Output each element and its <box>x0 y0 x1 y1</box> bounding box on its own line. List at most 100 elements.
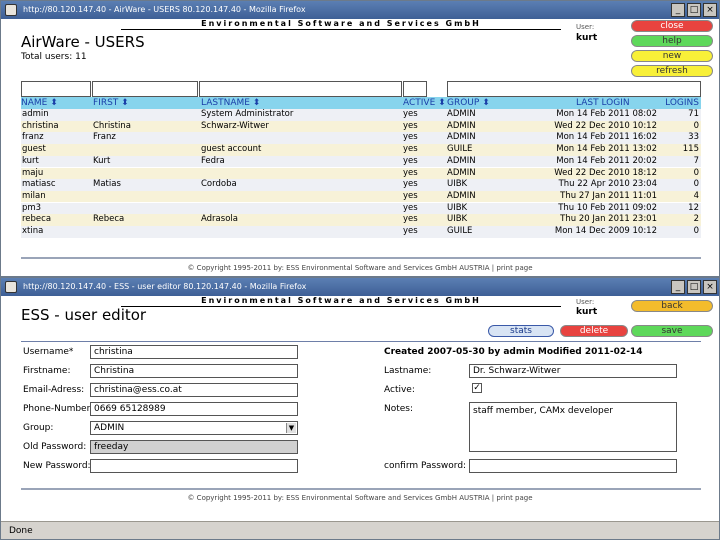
cell-lastname: Cordoba <box>201 179 237 190</box>
table-row[interactable]: guest guest account yes GUILE Mon 14 Feb 201… <box>21 144 701 156</box>
confirm-password-field[interactable] <box>469 459 677 473</box>
cell-logins: 115 <box>682 144 699 155</box>
status-bar: Done <box>1 521 719 539</box>
current-user: kurt <box>576 33 598 43</box>
cell-logins: 4 <box>693 190 699 201</box>
save-button[interactable]: save <box>631 325 713 337</box>
table-row[interactable]: xtina yes GUILE Mon 14 Dec 2009 10:12 0 <box>21 226 701 238</box>
filter-group[interactable] <box>447 81 701 97</box>
col-first[interactable]: FIRST ⬍ <box>93 97 129 109</box>
cell-logins: 7 <box>693 155 699 166</box>
cell-last-login: Mon 14 Feb 2011 16:02 <box>556 132 657 143</box>
cell-first: Christina <box>93 120 131 131</box>
minimize-icon[interactable]: _ <box>671 280 685 294</box>
col-name[interactable]: NAME ⬍ <box>21 97 58 109</box>
footer-text[interactable]: © Copyright 1995-2011 by: ESS Environmen… <box>187 264 532 272</box>
filter-active[interactable] <box>403 81 427 97</box>
stats-button[interactable]: stats <box>488 325 554 337</box>
table-row[interactable]: pm3 yes UIBK Thu 10 Feb 2011 09:02 12 <box>21 202 701 215</box>
editor-page: Environmental Software and Services GmbH… <box>1 296 719 521</box>
cell-logins: 0 <box>693 120 699 131</box>
cell-active: yes <box>403 155 418 166</box>
cell-lastname: Schwarz-Witwer <box>201 120 269 131</box>
editor-window: http://80.120.147.40 - ESS - user editor… <box>0 277 720 540</box>
firstname-field[interactable]: Christina <box>90 364 298 378</box>
cell-logins: 33 <box>688 132 699 143</box>
cell-lastname: guest account <box>201 144 262 155</box>
table-row[interactable]: christina Christina Schwarz-Witwer yes ADMIN… <box>21 120 701 133</box>
firstname-label: Firstname: <box>23 366 71 376</box>
col-group[interactable]: GROUP ⬍ <box>447 97 490 109</box>
col-last-login: LAST LOGIN <box>576 98 630 108</box>
active-checkbox[interactable]: ✓ <box>472 383 482 393</box>
maximize-icon[interactable]: □ <box>687 3 701 17</box>
users-window-titlebar[interactable]: http://80.120.147.40 - AirWare - USERS 8… <box>1 1 719 19</box>
table-row[interactable]: franz Franz yes ADMIN Mon 14 Feb 2011 16:02 3… <box>21 132 701 144</box>
cell-name: xtina <box>22 226 44 236</box>
firefox-icon <box>5 281 17 293</box>
email-label: Email-Adress: <box>23 385 85 395</box>
org-banner: Environmental Software and Services GmbH <box>121 19 561 30</box>
lastname-field[interactable]: Dr. Schwarz-Witwer <box>469 364 677 378</box>
help-button[interactable]: help <box>631 35 713 47</box>
username-field[interactable]: christina <box>90 345 298 359</box>
new-password-field[interactable] <box>90 459 298 473</box>
cell-name: maju <box>22 167 44 178</box>
user-label: User: <box>576 23 595 31</box>
cell-last-login: Thu 10 Feb 2011 09:02 <box>558 202 657 213</box>
cell-active: yes <box>403 120 418 131</box>
table-row[interactable]: matiasc Matias Cordoba yes UIBK Thu 22 Apr 20… <box>21 179 701 191</box>
cell-active: yes <box>403 132 418 143</box>
maximize-icon[interactable]: □ <box>687 280 701 294</box>
cell-logins: 2 <box>693 214 699 225</box>
cell-name: kurt <box>22 155 39 166</box>
delete-button[interactable]: delete <box>560 325 628 337</box>
email-field[interactable]: christina@ess.co.at <box>90 383 298 397</box>
chevron-down-icon[interactable]: ▼ <box>286 423 296 433</box>
table-row[interactable]: admin System Administrator yes ADMIN Mon 14 … <box>21 109 701 121</box>
filter-name[interactable] <box>21 81 91 97</box>
notes-textarea[interactable]: staff member, CAMx developer <box>469 402 677 452</box>
phone-label: Phone-Number: <box>23 404 94 414</box>
total-users: Total users: 11 <box>21 52 87 62</box>
close-icon[interactable]: × <box>703 280 717 294</box>
created-info: Created 2007-05-30 by admin Modified 201… <box>384 347 643 357</box>
filter-first[interactable] <box>92 81 198 97</box>
username-label: Username* <box>23 347 74 357</box>
phone-field[interactable]: 0669 65128989 <box>90 402 298 416</box>
cell-first: Matias <box>93 179 121 190</box>
footer: © Copyright 1995-2011 by: ESS Environmen… <box>1 264 719 272</box>
group-select[interactable]: ADMIN ▼ <box>90 421 298 435</box>
cell-active: yes <box>403 214 418 225</box>
filter-lastname[interactable] <box>199 81 402 97</box>
refresh-button[interactable]: refresh <box>631 65 713 77</box>
footer: © Copyright 1995-2011 by: ESS Environmen… <box>1 494 719 502</box>
minimize-icon[interactable]: _ <box>671 3 685 17</box>
old-password-label: Old Password: <box>23 442 87 452</box>
table-row[interactable]: rebeca Rebeca Adrasola yes UIBK Thu 20 Jan 20… <box>21 214 701 226</box>
table-row[interactable]: maju yes ADMIN Wed 22 Dec 2010 18:12 0 <box>21 167 701 180</box>
cell-name: matiasc <box>22 179 56 190</box>
cell-first: Franz <box>93 132 116 143</box>
footer-text[interactable]: © Copyright 1995-2011 by: ESS Environmen… <box>187 494 532 502</box>
cell-active: yes <box>403 202 418 213</box>
org-banner: Environmental Software and Services GmbH <box>121 296 561 307</box>
close-button[interactable]: close <box>631 20 713 32</box>
group-value: ADMIN <box>94 423 125 433</box>
new-button[interactable]: new <box>631 50 713 62</box>
users-page: Environmental Software and Services GmbH… <box>1 19 719 276</box>
table-row[interactable]: milan yes ADMIN Thu 27 Jan 2011 11:01 4 <box>21 190 701 203</box>
back-button[interactable]: back <box>631 300 713 312</box>
col-logins: LOGINS <box>665 98 699 108</box>
editor-window-titlebar[interactable]: http://80.120.147.40 - ESS - user editor… <box>1 278 719 296</box>
close-icon[interactable]: × <box>703 3 717 17</box>
cell-last-login: Thu 20 Jan 2011 23:01 <box>560 214 657 225</box>
new-password-label: New Password: <box>23 461 91 471</box>
cell-logins: 71 <box>688 109 699 119</box>
col-lastname[interactable]: LASTNAME ⬍ <box>201 97 260 109</box>
col-active[interactable]: ACTIVE ⬍ <box>403 97 446 109</box>
table-row[interactable]: kurt Kurt Fedra yes ADMIN Mon 14 Feb 2011 20:… <box>21 155 701 168</box>
cell-logins: 12 <box>688 202 699 213</box>
users-window: http://80.120.147.40 - AirWare - USERS 8… <box>0 0 720 277</box>
editor-window-title: http://80.120.147.40 - ESS - user editor… <box>23 282 307 291</box>
